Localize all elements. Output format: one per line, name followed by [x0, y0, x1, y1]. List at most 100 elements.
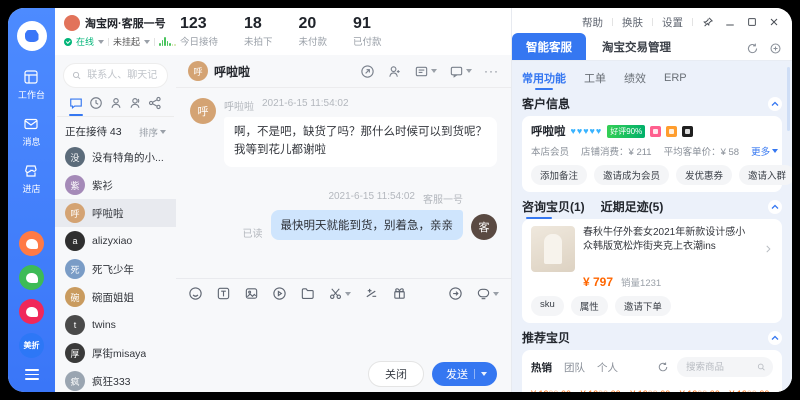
shop-spend: 店铺消费：¥ 211 — [581, 144, 652, 158]
screenshot-icon[interactable] — [328, 286, 351, 301]
collapse-customer-icon[interactable] — [768, 97, 782, 111]
list-item[interactable]: t twins — [55, 311, 176, 339]
app-shortcut-3-icon[interactable] — [19, 299, 44, 324]
send-options-caret-icon[interactable] — [481, 372, 487, 376]
send-button[interactable]: 发送 — [432, 362, 497, 386]
more-actions-icon[interactable]: ··· — [484, 64, 499, 78]
reply-mode-icon[interactable] — [476, 286, 499, 301]
status-caret-icon[interactable] — [98, 40, 104, 44]
contact-search[interactable] — [63, 63, 168, 88]
refresh-recommend-icon[interactable] — [657, 361, 669, 373]
inquiry-product-card[interactable]: 春秋牛仔外套女2021年新款设计感小众韩版宽松炸街夹克上衣潮ins ¥ 797 … — [522, 219, 782, 323]
subtab-workorder[interactable]: 工单 — [584, 70, 606, 86]
add-note-button[interactable]: 添加备注 — [531, 165, 587, 185]
online-status[interactable]: 在线 — [76, 35, 94, 48]
panel-subtabs: 常用功能 工单 绩效 ERP — [522, 67, 782, 89]
app-shortcut-meizhe-icon[interactable]: 美折 — [19, 333, 44, 358]
invite-member-button[interactable]: 邀请成为会员 — [594, 165, 669, 185]
order-list-icon[interactable] — [414, 64, 437, 79]
hold-status[interactable]: 未挂起 — [113, 35, 140, 48]
transfer-icon[interactable] — [360, 64, 375, 79]
tag-badge-black — [682, 126, 693, 137]
message-input-area[interactable] — [176, 308, 511, 356]
pin-icon[interactable] — [702, 16, 714, 28]
minimize-icon[interactable] — [724, 16, 736, 28]
tab-history[interactable] — [89, 96, 103, 110]
list-item[interactable]: a alizyxiao — [55, 227, 176, 255]
help-link[interactable]: 帮助 — [582, 15, 603, 30]
tab-personal[interactable]: 个人 — [597, 360, 618, 375]
emoji-icon[interactable] — [188, 286, 203, 301]
image-icon[interactable] — [244, 286, 259, 301]
tab-colleagues[interactable] — [128, 96, 142, 110]
collapse-recommend-icon[interactable] — [768, 331, 782, 345]
close-button[interactable]: 关闭 — [368, 361, 424, 387]
send-to-icon[interactable] — [448, 286, 463, 301]
product-search-input[interactable] — [684, 361, 754, 374]
product-search[interactable] — [677, 357, 773, 377]
rail-item-workbench[interactable]: 工作台 — [18, 69, 45, 101]
recommend-product[interactable]: ¥ 1299.00 — [531, 384, 575, 392]
add-plugin-icon[interactable] — [769, 42, 782, 55]
add-contact-icon[interactable] — [387, 64, 402, 79]
list-item[interactable]: 碗 碗面姐姐 — [55, 283, 176, 311]
settings-link[interactable]: 设置 — [662, 15, 683, 30]
tab-taobao-trade[interactable]: 淘宝交易管理 — [586, 33, 687, 60]
audio-level-icon — [159, 37, 176, 46]
tab-smart-service[interactable]: 智能客服 — [512, 33, 586, 60]
outgoing-message: 2021-6-15 11:54:02客服一号 已读 最快明天就能到货，别着急，亲… — [190, 191, 497, 240]
subtab-performance[interactable]: 绩效 — [624, 70, 646, 86]
chevron-right-icon[interactable] — [763, 244, 773, 254]
video-icon[interactable] — [272, 286, 287, 301]
invite-group-button[interactable]: 邀请入群 — [739, 165, 792, 185]
forward-chat-icon[interactable] — [449, 64, 472, 79]
subtab-erp[interactable]: ERP — [664, 72, 687, 84]
collapse-inquiry-icon[interactable] — [768, 200, 782, 214]
list-item[interactable]: 厚 厚街misaya — [55, 339, 176, 367]
shortcut-phrase-icon[interactable] — [364, 286, 379, 301]
tab-share-network[interactable] — [148, 96, 162, 110]
recommend-product[interactable]: ¥ 1299.00 — [729, 384, 773, 392]
app-shortcut-1-icon[interactable] — [19, 231, 44, 256]
list-item[interactable]: 没 没有特角的小... — [55, 143, 176, 171]
recommend-product[interactable]: ¥ 1299.00 — [581, 384, 625, 392]
sku-button[interactable]: sku — [531, 296, 564, 316]
list-item-selected[interactable]: 呼 呼啦啦 — [55, 199, 176, 227]
maximize-icon[interactable] — [746, 16, 758, 28]
recommend-product[interactable]: ¥ 1299.00 — [630, 384, 674, 392]
contact-search-input[interactable] — [85, 69, 159, 82]
hold-caret-icon[interactable] — [144, 40, 150, 44]
rail-item-messages[interactable]: 消息 — [22, 116, 40, 148]
text-format-icon[interactable] — [216, 286, 231, 301]
rail-item-shop[interactable]: 进店 — [22, 163, 40, 195]
file-icon[interactable] — [300, 286, 315, 301]
subtab-common[interactable]: 常用功能 — [522, 70, 566, 86]
invite-order-button[interactable]: 邀请下单 — [615, 296, 671, 316]
tab-conversations[interactable] — [69, 96, 83, 110]
more-link[interactable]: 更多 — [751, 144, 778, 158]
sender-name: 呼啦啦 — [224, 98, 254, 113]
recommend-product[interactable]: ¥ 1299.00 — [680, 384, 724, 392]
stat-paid: 91已付款 — [353, 15, 382, 48]
tab-contacts[interactable] — [109, 96, 123, 110]
app-shortcut-2-icon[interactable] — [19, 265, 44, 290]
attributes-button[interactable]: 属性 — [571, 296, 608, 316]
close-window-icon[interactable] — [768, 16, 780, 28]
account-avatar[interactable] — [64, 15, 80, 31]
qianniu-logo-icon[interactable] — [17, 21, 47, 51]
hamburger-menu-icon[interactable] — [25, 369, 39, 380]
tab-hot-sale[interactable]: 热销 — [531, 360, 552, 375]
panel-scrollbar[interactable] — [787, 67, 790, 131]
tab-team[interactable]: 团队 — [564, 360, 585, 375]
list-item[interactable]: 紫 紫衫 — [55, 171, 176, 199]
gift-icon[interactable] — [392, 286, 407, 301]
sort-control[interactable]: 排序 — [139, 125, 166, 139]
tab-inquiry-items[interactable]: 咨询宝贝(1) — [522, 198, 585, 215]
send-coupon-button[interactable]: 发优惠券 — [676, 165, 732, 185]
skin-link[interactable]: 换肤 — [622, 15, 643, 30]
list-item[interactable]: 死 死飞少年 — [55, 255, 176, 283]
list-item[interactable]: 疯 疯狂333 — [55, 367, 176, 392]
refresh-icon[interactable] — [746, 42, 759, 55]
tab-recent-footprints[interactable]: 近期足迹(5) — [601, 198, 664, 215]
stat-today: 123今日接待 — [180, 15, 218, 48]
